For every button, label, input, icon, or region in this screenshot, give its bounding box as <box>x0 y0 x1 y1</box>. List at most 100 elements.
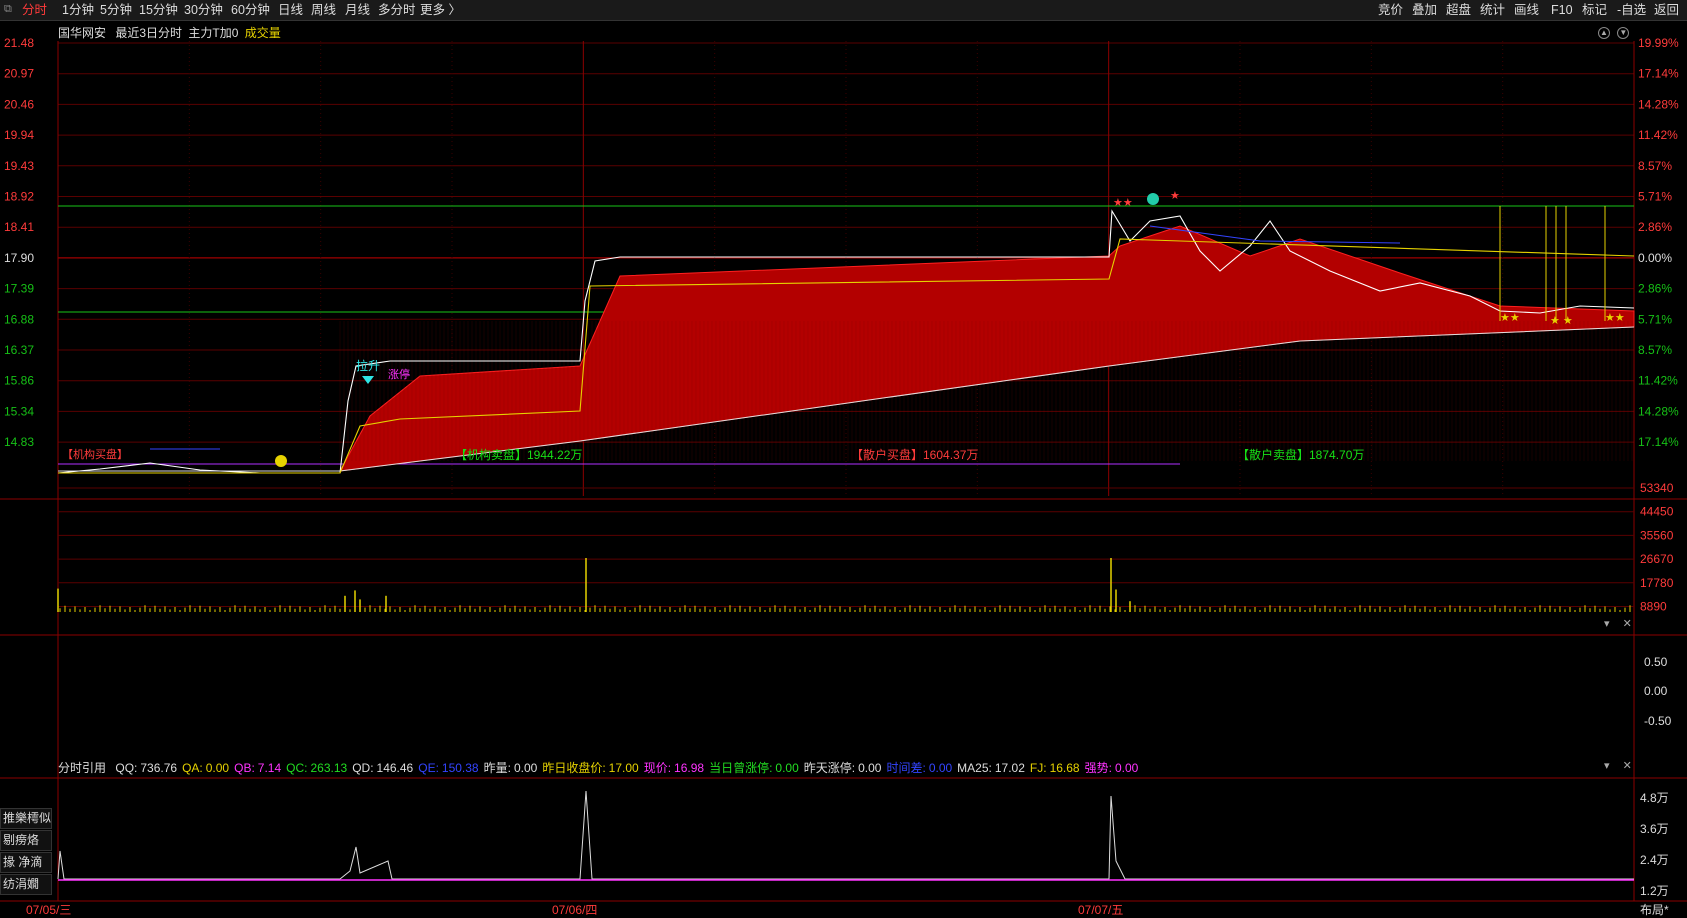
toolbar-button-4[interactable]: 画线 <box>1514 2 1539 19</box>
price-tick-label: 20.46 <box>4 97 34 111</box>
percent-tick-label: 17.14% <box>1638 435 1679 449</box>
toolbar-button-1[interactable]: 叠加 <box>1412 2 1437 19</box>
buy-star-icon: ★★ <box>1500 312 1520 324</box>
toolbar-button-8[interactable]: 返回 <box>1654 2 1679 19</box>
scroll-up-icon[interactable]: ▲ <box>1598 27 1610 39</box>
period-tab-6[interactable]: 日线 <box>278 2 303 19</box>
indicator-label[interactable]: 主力T加0 <box>188 26 238 40</box>
period-tab-9[interactable]: 多分时 <box>378 2 416 19</box>
side-tab-3[interactable]: 掾 净滴 <box>0 852 52 873</box>
dropdown-icon[interactable]: ▾ <box>1604 760 1610 772</box>
sub2-stat-3: QC: 263.13 <box>286 761 347 775</box>
sub2-stat-value: 0.00 <box>205 761 230 775</box>
price-tick-label: 16.37 <box>4 343 34 357</box>
pull-up-tag: 拉升 <box>356 359 381 373</box>
sub2-stat-value: 16.68 <box>1049 761 1080 775</box>
toolbar-button-0[interactable]: 竞价 <box>1378 2 1403 19</box>
period-tab-3[interactable]: 15分钟 <box>139 2 178 19</box>
sub2-stat-value: 7.14 <box>257 761 282 775</box>
toolbar-button-2[interactable]: 超盘 <box>1446 2 1471 19</box>
percent-tick-label: 5.71% <box>1638 190 1672 204</box>
buy-star-icon: ★★ <box>1605 312 1625 324</box>
price-tick-label: 15.86 <box>4 374 34 388</box>
window-restore-icon[interactable]: ⧉ <box>4 3 17 17</box>
toolbar-button-5[interactable]: F10 <box>1551 2 1573 19</box>
sub2-stat-label: QA: <box>182 761 203 775</box>
scroll-down-icon[interactable]: ▼ <box>1617 27 1630 39</box>
sub2-stat-2: QB: 7.14 <box>234 761 281 775</box>
period-tab-5[interactable]: 60分钟 <box>231 2 270 19</box>
period-tab-8[interactable]: 月线 <box>345 2 370 19</box>
flow-label-retail-sell: 【散户卖盘】1874.70万 <box>1237 448 1365 462</box>
sub2-stat-value: 0.00 <box>775 761 799 775</box>
sub2-stat-label: 昨日收盘价: <box>542 761 606 775</box>
sub2-stat-9: 当日曾涨停: 0.00 <box>709 761 799 775</box>
side-tab-1[interactable]: 推樂樗似 <box>0 808 52 829</box>
sub2-stat-7: 昨日收盘价: 17.00 <box>542 761 638 775</box>
date-label-3: 07/07/五 <box>1078 903 1124 917</box>
price-tick-label: 17.90 <box>4 251 34 265</box>
percent-tick-label: 14.28% <box>1638 404 1679 418</box>
period-tab-0[interactable]: 分时 <box>22 2 47 19</box>
sub2-stat-value: 16.98 <box>674 761 705 775</box>
sub2-controls: ▾ ✕ <box>1604 759 1632 772</box>
dropdown-icon[interactable]: ▾ <box>1604 618 1610 630</box>
toolbar-button-3[interactable]: 统计 <box>1480 2 1505 19</box>
flow-label-institution-sell: 【机构卖盘】1944.22万 <box>455 448 583 462</box>
chart-area: 21.48 20.97 20.46 19.94 19.43 18.92 18.41 17.90… <box>0 21 1687 918</box>
close-icon[interactable]: ✕ <box>1623 618 1632 630</box>
side-tab-4[interactable]: 纺涓嫺 <box>0 874 52 895</box>
sub2-stat-label: 强势: <box>1084 761 1112 775</box>
price-tick-label: 19.43 <box>4 159 34 173</box>
percent-tick-label: 8.57% <box>1638 343 1672 357</box>
chart-header: 国华网安 最近3日分时 主力T加0 成交量 <box>58 24 281 41</box>
sub2-stat-label: QQ: <box>115 761 138 775</box>
sub2-stat-label: QC: <box>286 761 308 775</box>
volume-tick-label: 8890 <box>1640 600 1667 614</box>
sub2-stat-value: 736.76 <box>140 761 178 775</box>
price-tick-label: 17.39 <box>4 282 34 296</box>
sub2-stat-10: 昨天涨停: 0.00 <box>804 761 882 775</box>
period-tab-7[interactable]: 周线 <box>311 2 336 19</box>
price-tick-label: 15.34 <box>4 404 34 418</box>
limit-tag: 涨停 <box>388 369 410 381</box>
volume-tick-label: 26670 <box>1640 552 1674 566</box>
period-tab-4[interactable]: 30分钟 <box>184 2 223 19</box>
percent-tick-label: 14.28% <box>1638 97 1679 111</box>
side-tab-2[interactable]: 剔痨烙樗? <box>0 830 52 851</box>
sub2-stat-0: QQ: 736.76 <box>115 761 177 775</box>
percent-tick-label: 17.14% <box>1638 67 1679 81</box>
sub2-stat-4: QD: 146.46 <box>352 761 413 775</box>
percent-tick-label: 19.99% <box>1638 36 1679 50</box>
percent-tick-label: 8.57% <box>1638 159 1672 173</box>
sub2-stat-label: QB: <box>234 761 255 775</box>
layout-button[interactable]: 布局* <box>1640 901 1669 918</box>
sell-star-icon: ★ <box>1170 190 1180 202</box>
sub2-stat-value: 17.00 <box>608 761 639 775</box>
flow-label-partial: 【机构买盘】 <box>62 449 128 461</box>
period-tab-1[interactable]: 1分钟 <box>62 2 94 19</box>
toolbar-button-6[interactable]: 标记 <box>1582 2 1607 19</box>
date-label-2: 07/06/四 <box>552 903 598 917</box>
sub2-stat-6: 昨量: 0.00 <box>484 761 538 775</box>
sub2-stat-14: 强势: 0.00 <box>1085 761 1139 775</box>
close-icon[interactable]: ✕ <box>1623 760 1632 772</box>
volume-label[interactable]: 成交量 <box>245 26 281 40</box>
sub2-tick-label: 2.4万 <box>1640 853 1669 867</box>
volume-tick-label: 35560 <box>1640 528 1674 542</box>
price-tick-label: 21.48 <box>4 36 34 50</box>
period-tab-2[interactable]: 5分钟 <box>100 2 132 19</box>
sub2-tick-label: 1.2万 <box>1640 884 1669 898</box>
sub2-stat-12: MA25: 17.02 <box>957 761 1025 775</box>
sub2-title[interactable]: 分时引用 <box>58 761 106 775</box>
percent-tick-label: 5.71% <box>1638 312 1672 326</box>
sub2-stat-1: QA: 0.00 <box>182 761 229 775</box>
sub2-stat-value: 0.00 <box>513 761 538 775</box>
sub2-stat-value: 0.00 <box>1114 761 1139 775</box>
sub2-header: 分时引用 QQ: 736.76 QA: 0.00 QB: 7.14 QC: 263.13 QD:… <box>58 759 1143 776</box>
period-tab-10[interactable]: 更多 〉 <box>420 2 461 19</box>
toolbar-button-7[interactable]: -自选 <box>1617 2 1646 19</box>
sub2-stat-value: 146.46 <box>376 761 414 775</box>
flow-label-retail-buy: 【散户买盘】1604.37万 <box>851 448 979 462</box>
intraday-chart: 21.48 20.97 20.46 19.94 19.43 18.92 18.41 17.90… <box>0 36 1687 902</box>
